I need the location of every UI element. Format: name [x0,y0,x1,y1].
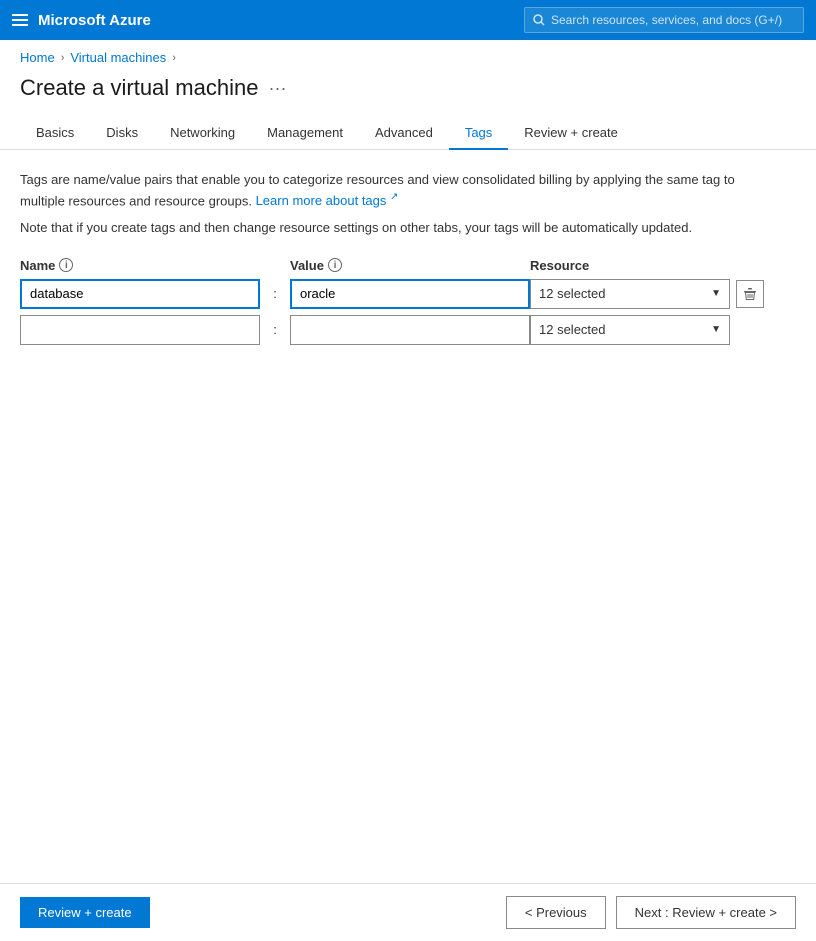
breadcrumb: Home › Virtual machines › [0,40,816,71]
app-title: Microsoft Azure [38,12,514,29]
tab-advanced[interactable]: Advanced [359,117,449,150]
header-resource: Resource [530,258,730,273]
description-main: Tags are name/value pairs that enable yo… [20,170,760,210]
tab-networking[interactable]: Networking [154,117,251,150]
next-button[interactable]: Next : Review + create > [616,896,796,929]
search-placeholder: Search resources, services, and docs (G+… [551,13,782,27]
resource-dropdown-2[interactable]: 12 selected ▼ [530,315,730,345]
topbar: Microsoft Azure Search resources, servic… [0,0,816,40]
page-header: Create a virtual machine ··· [0,71,816,117]
name-input-1[interactable] [20,279,260,309]
tab-management[interactable]: Management [251,117,359,150]
value-input-2[interactable] [290,315,530,345]
content-area: Tags are name/value pairs that enable yo… [0,150,780,371]
delete-row-1-button[interactable] [736,280,764,308]
breadcrumb-sep-1: › [61,52,65,64]
tab-bar: Basics Disks Networking Management Advan… [0,117,816,150]
page-title: Create a virtual machine [20,75,258,101]
resource-value-2: 12 selected [539,322,606,337]
resource-dropdown-1[interactable]: 12 selected ▼ [530,279,730,309]
breadcrumb-virtual-machines[interactable]: Virtual machines [70,50,166,65]
resource-value-1: 12 selected [539,286,606,301]
tab-review-create[interactable]: Review + create [508,117,634,150]
colon-sep-2: : [260,322,290,337]
tags-table-header: Name i Value i Resource [20,258,760,273]
external-link-icon: ↗ [390,192,398,203]
dropdown-chevron-1: ▼ [711,288,721,299]
header-value: Value i [290,258,530,273]
global-search[interactable]: Search resources, services, and docs (G+… [524,7,804,33]
previous-button[interactable]: < Previous [506,896,606,929]
footer: Review + create < Previous Next : Review… [0,883,816,941]
tab-basics[interactable]: Basics [20,117,90,150]
hamburger-icon[interactable] [12,12,28,28]
value-input-1[interactable] [290,279,530,309]
colon-sep-1: : [260,286,290,301]
breadcrumb-sep-2: › [172,52,176,64]
learn-more-link[interactable]: Learn more about tags ↗ [256,193,399,208]
table-row: : 12 selected ▼ [20,315,760,345]
tags-table: Name i Value i Resource : 12 selected ▼ [20,258,760,345]
name-info-icon[interactable]: i [59,258,73,272]
note-text: Note that if you create tags and then ch… [20,218,760,238]
table-row: : 12 selected ▼ [20,279,760,309]
review-create-button[interactable]: Review + create [20,897,150,928]
breadcrumb-home[interactable]: Home [20,50,55,65]
header-name: Name i [20,258,260,273]
tab-tags[interactable]: Tags [449,117,508,150]
page-menu-icon[interactable]: ··· [268,78,286,99]
dropdown-chevron-2: ▼ [711,324,721,335]
tab-disks[interactable]: Disks [90,117,154,150]
value-info-icon[interactable]: i [328,258,342,272]
name-input-2[interactable] [20,315,260,345]
